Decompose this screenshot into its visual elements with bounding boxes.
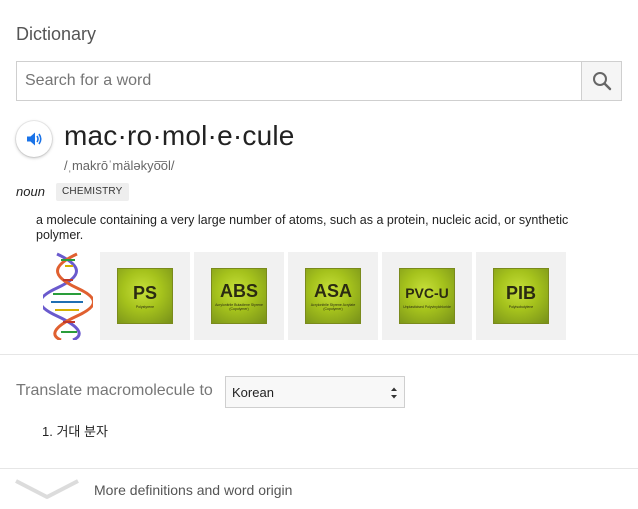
part-of-speech: noun bbox=[16, 184, 45, 199]
polymer-tile: ASA Acrylonitrile Styrene Acrylate (Copo… bbox=[305, 268, 361, 324]
search-icon bbox=[592, 72, 611, 91]
tile-caption: Polystyrene bbox=[135, 304, 155, 309]
select-arrows-icon bbox=[391, 387, 397, 399]
more-definitions-label: More definitions and word origin bbox=[94, 482, 293, 498]
image-thumbnail-dna[interactable] bbox=[40, 252, 96, 340]
tile-caption: Polyisobutylene bbox=[508, 304, 534, 309]
tile-caption: Unplasticised Polyvinylchloride bbox=[403, 304, 451, 309]
tile-abbreviation: ABS bbox=[219, 280, 258, 301]
tile-caption: Acrylonitrile Styrene Acrylate (Copolyme… bbox=[310, 302, 356, 311]
search-input[interactable] bbox=[16, 61, 581, 101]
tile-caption: Acrylonitrile Butadiene Styrene (Copolym… bbox=[215, 302, 263, 311]
tile-abbreviation: PS bbox=[132, 282, 157, 303]
tile-abbreviation: PVC-U bbox=[405, 284, 449, 301]
selected-language: Korean bbox=[232, 384, 274, 400]
tile-abbreviation: PIB bbox=[505, 282, 536, 303]
pronunciation-audio-button[interactable] bbox=[16, 121, 52, 157]
image-strip: PS Polystyrene ABS Acrylonitrile Butadie… bbox=[40, 252, 566, 340]
subject-badge: CHEMISTRY bbox=[56, 183, 129, 201]
more-definitions-link[interactable]: More definitions and word origin bbox=[0, 469, 638, 509]
phonetic-spelling: /ˌmakrōˈmäləkyo͞ol/ bbox=[64, 158, 175, 173]
image-thumbnail-asa[interactable]: ASA Acrylonitrile Styrene Acrylate (Copo… bbox=[288, 252, 378, 340]
section-divider bbox=[0, 354, 638, 355]
translation-result: 1. 거대 분자 bbox=[42, 424, 108, 439]
tile-abbreviation: ASA bbox=[313, 280, 352, 301]
speaker-icon bbox=[27, 132, 42, 146]
definition-text: a molecule containing a very large numbe… bbox=[36, 213, 569, 242]
polymer-tile: PS Polystyrene bbox=[117, 268, 173, 324]
image-thumbnail-pib[interactable]: PIB Polyisobutylene bbox=[476, 252, 566, 340]
image-thumbnail-abs[interactable]: ABS Acrylonitrile Butadiene Styrene (Cop… bbox=[194, 252, 284, 340]
search-bar bbox=[16, 61, 622, 101]
chevron-down-icon bbox=[15, 479, 79, 499]
polymer-tile: PIB Polyisobutylene bbox=[493, 268, 549, 324]
dictionary-card: Dictionary mac·ro·mol·e·cule /ˌmakrōˈmäl… bbox=[0, 0, 638, 509]
image-thumbnail-ps[interactable]: PS Polystyrene bbox=[100, 252, 190, 340]
dna-helix-image bbox=[43, 252, 93, 340]
language-select[interactable]: Korean bbox=[225, 376, 405, 408]
search-button[interactable] bbox=[581, 61, 622, 101]
image-thumbnail-pvc-u[interactable]: PVC-U Unplasticised Polyvinylchloride bbox=[382, 252, 472, 340]
headword: mac·ro·mol·e·cule bbox=[64, 120, 295, 151]
card-title: Dictionary bbox=[16, 24, 97, 44]
translate-label: Translate macromolecule to bbox=[16, 382, 213, 399]
polymer-tile: ABS Acrylonitrile Butadiene Styrene (Cop… bbox=[211, 268, 267, 324]
polymer-tile: PVC-U Unplasticised Polyvinylchloride bbox=[399, 268, 455, 324]
